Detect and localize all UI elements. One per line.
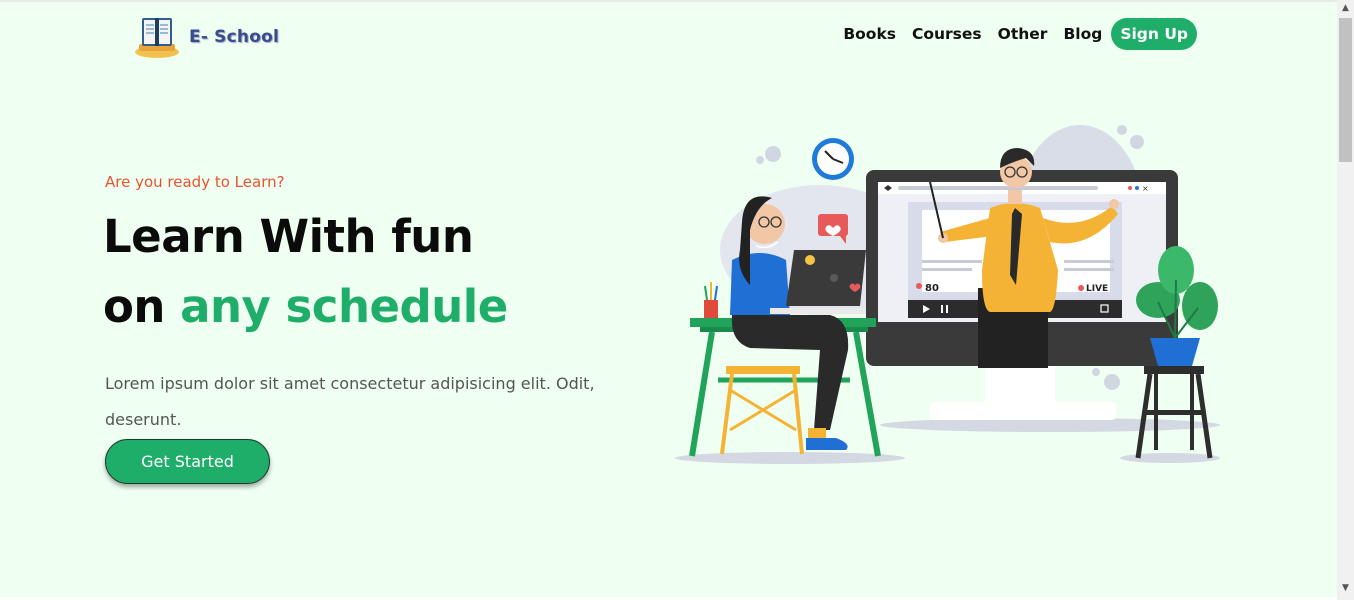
scrollbar-thumb[interactable] xyxy=(1339,18,1352,162)
hero-eyebrow: Are you ready to Learn? xyxy=(105,173,285,191)
signup-button[interactable]: Sign Up xyxy=(1111,18,1197,50)
live-label: LIVE xyxy=(1086,284,1108,294)
top-border xyxy=(0,0,1337,2)
nav-item-other[interactable]: Other xyxy=(998,25,1048,43)
brand-logo[interactable]: E- School xyxy=(133,14,279,60)
hero-title-line1: Learn With fun xyxy=(103,210,474,263)
nav-item-blog[interactable]: Blog xyxy=(1063,25,1102,43)
viewer-count: 80 xyxy=(925,283,939,294)
nav-item-books[interactable]: Books xyxy=(843,25,896,43)
pencil-cup xyxy=(704,282,718,318)
page: E- School Books Courses Other Blog Sign … xyxy=(0,0,1337,597)
open-book-icon xyxy=(133,14,181,60)
hero-title-accent: any schedule xyxy=(180,280,508,333)
hero-description: Lorem ipsum dolor sit amet consectetur a… xyxy=(105,374,595,429)
brand-name: E- School xyxy=(189,27,279,47)
hero-title-line2: on any schedule xyxy=(103,280,508,333)
svg-text:×: × xyxy=(1142,184,1149,193)
scroll-down-arrow-icon[interactable]: ▼ xyxy=(1341,584,1350,593)
scroll-up-arrow-icon[interactable]: ▲ xyxy=(1341,4,1350,13)
get-started-button[interactable]: Get Started xyxy=(105,439,270,484)
hero-illustration: × 80 LIVE xyxy=(660,110,1240,480)
hero-title-prefix: on xyxy=(103,280,165,333)
nav-item-courses[interactable]: Courses xyxy=(912,25,982,43)
clock-icon xyxy=(812,138,854,180)
main-nav: Books Courses Other Blog Sign Up xyxy=(827,18,1197,50)
